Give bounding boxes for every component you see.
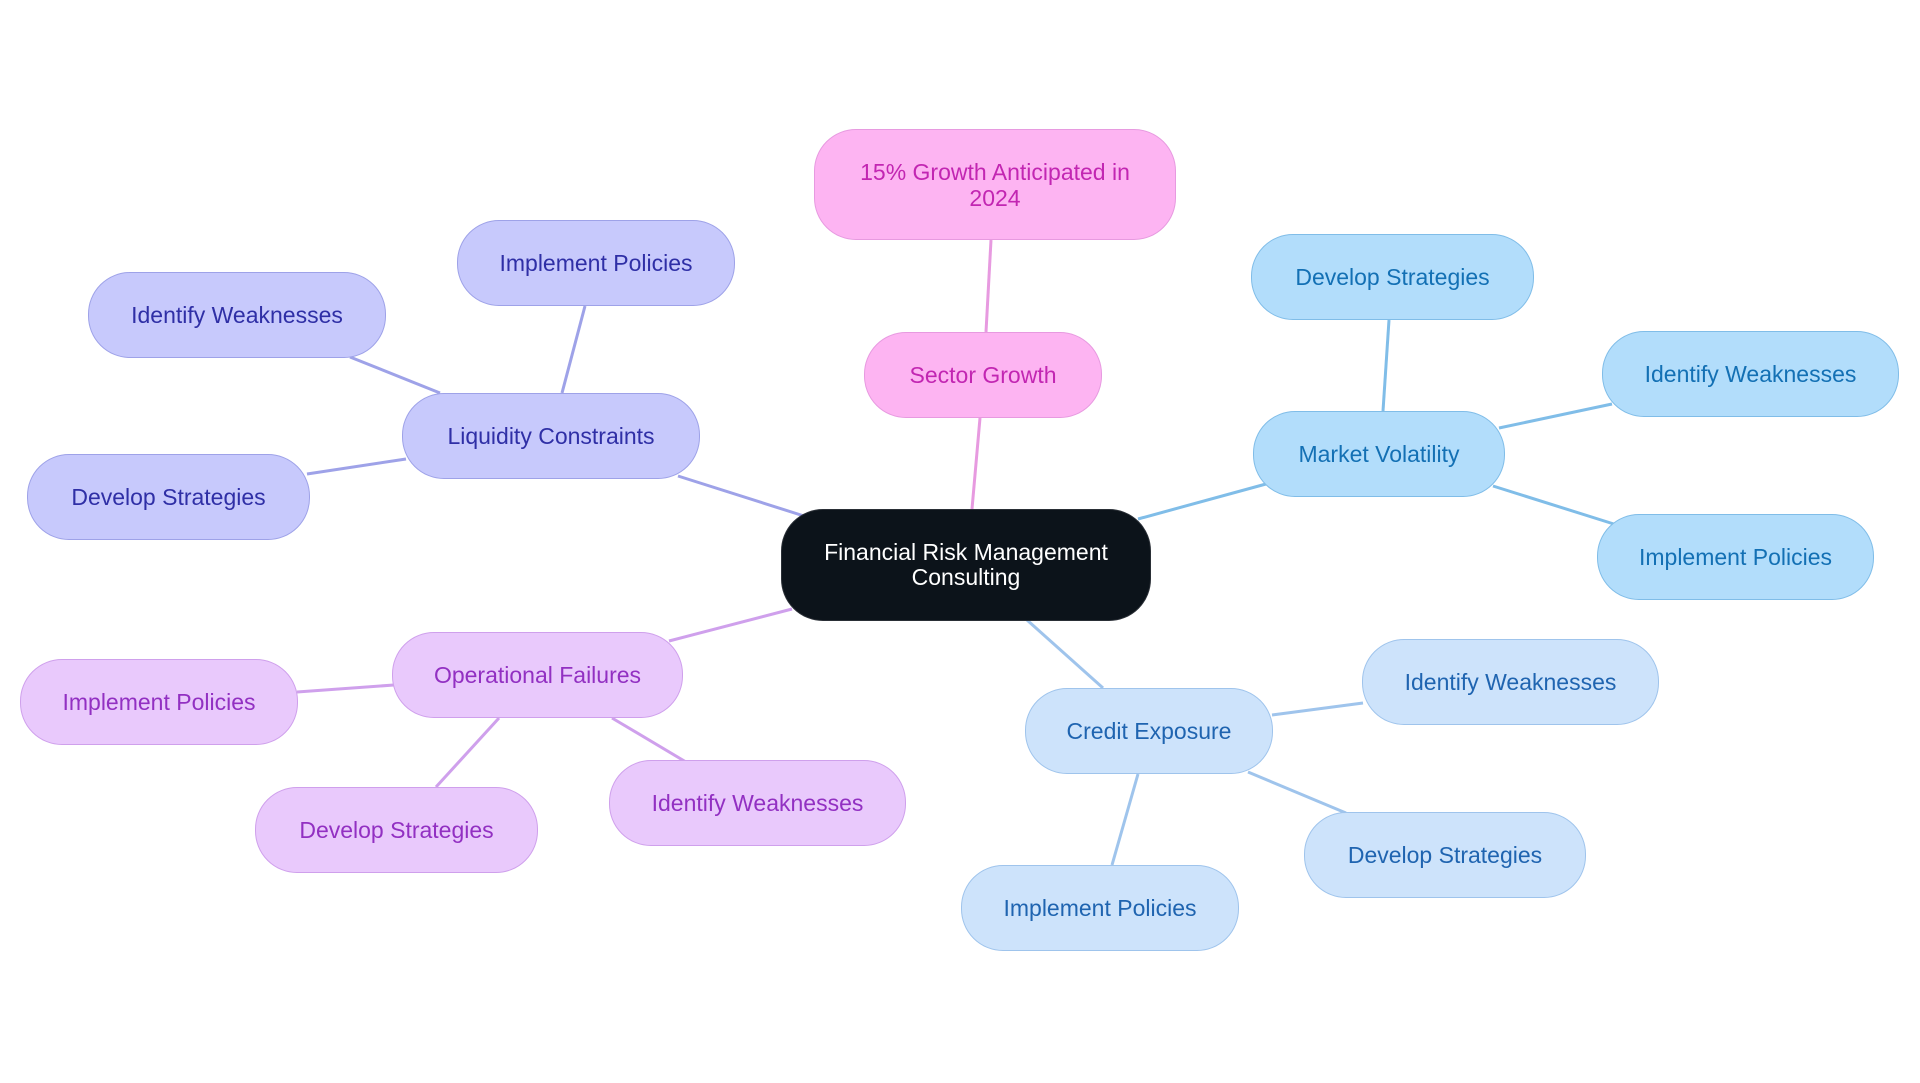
- leaf-node-label: Implement Policies: [1638, 544, 1833, 570]
- leaf-node-liquidity-identify-weaknesses[interactable]: Identify Weaknesses: [88, 272, 386, 358]
- leaf-node-label: Identify Weaknesses: [1644, 361, 1857, 387]
- leaf-node-label: Develop Strategies: [299, 817, 494, 843]
- edge-market-volatility-develop: [1381, 319, 1391, 412]
- edge-liquidity-constraints-identify: [349, 355, 441, 395]
- leaf-node-label: Develop Strategies: [71, 484, 266, 510]
- branch-node-liquidity-constraints[interactable]: Liquidity Constraints: [402, 393, 700, 479]
- leaf-node-label: Identify Weaknesses: [131, 302, 343, 328]
- edge-operational-failures-develop: [434, 716, 501, 789]
- leaf-node-liquidity-implement-policies[interactable]: Implement Policies: [457, 220, 735, 306]
- leaf-node-credit-identify-weaknesses[interactable]: Identify Weaknesses: [1362, 639, 1659, 725]
- branch-node-label: Sector Growth: [909, 362, 1057, 388]
- leaf-node-operational-develop-strategies[interactable]: Develop Strategies: [255, 787, 538, 873]
- edge-credit-exposure-identify: [1271, 701, 1364, 717]
- leaf-node-credit-develop-strategies[interactable]: Develop Strategies: [1304, 812, 1586, 898]
- edge-market-volatility-identify: [1498, 402, 1613, 430]
- branch-node-label: Market Volatility: [1298, 441, 1460, 467]
- leaf-node-label: Implement Policies: [62, 689, 256, 715]
- edge-root-operational-failures: [668, 607, 793, 643]
- branch-node-label: Operational Failures: [433, 662, 642, 688]
- edge-root-liquidity-constraints: [677, 474, 805, 518]
- leaf-node-market-identify-weaknesses[interactable]: Identify Weaknesses: [1602, 331, 1899, 417]
- leaf-node-15-percent-growth[interactable]: 15% Growth Anticipated in 2024: [814, 129, 1176, 240]
- leaf-node-market-implement-policies[interactable]: Implement Policies: [1597, 514, 1874, 600]
- edge-market-volatility-implement: [1492, 484, 1618, 527]
- edge-root-credit-exposure: [1025, 618, 1105, 690]
- leaf-node-market-develop-strategies[interactable]: Develop Strategies: [1251, 234, 1534, 320]
- edge-root-market-volatility: [1137, 482, 1267, 521]
- leaf-node-label: Identify Weaknesses: [651, 790, 864, 816]
- leaf-node-label: Implement Policies: [1003, 895, 1197, 921]
- leaf-node-liquidity-develop-strategies[interactable]: Develop Strategies: [27, 454, 310, 540]
- edge-credit-exposure-implement: [1110, 773, 1140, 866]
- edge-liquidity-constraints-develop: [306, 457, 407, 476]
- leaf-node-credit-implement-policies[interactable]: Implement Policies: [961, 865, 1239, 951]
- edge-root-sector-growth: [970, 417, 982, 510]
- branch-node-market-volatility[interactable]: Market Volatility: [1253, 411, 1505, 497]
- leaf-node-label: 15% Growth Anticipated in 2024: [860, 158, 1130, 211]
- branch-node-operational-failures[interactable]: Operational Failures: [392, 632, 683, 718]
- branch-node-label: Credit Exposure: [1066, 718, 1232, 744]
- root-node[interactable]: Financial Risk Management Consulting: [781, 509, 1151, 621]
- edge-operational-failures-identify: [611, 716, 687, 764]
- branch-node-sector-growth[interactable]: Sector Growth: [864, 332, 1102, 418]
- edge-credit-exposure-develop: [1247, 770, 1347, 815]
- edge-liquidity-constraints-implement: [560, 305, 587, 394]
- leaf-node-operational-identify-weaknesses[interactable]: Identify Weaknesses: [609, 760, 906, 846]
- leaf-node-label: Implement Policies: [499, 250, 693, 276]
- edge-operational-failures-implement: [296, 683, 395, 694]
- branch-node-credit-exposure[interactable]: Credit Exposure: [1025, 688, 1273, 774]
- leaf-node-label: Identify Weaknesses: [1404, 669, 1617, 695]
- leaf-node-operational-implement-policies[interactable]: Implement Policies: [20, 659, 298, 745]
- leaf-node-label: Develop Strategies: [1347, 842, 1543, 868]
- branch-node-label: Liquidity Constraints: [447, 423, 655, 449]
- leaf-node-label: Develop Strategies: [1295, 264, 1490, 290]
- edge-sector-growth-child: [984, 239, 993, 333]
- root-node-label: Financial Risk Management Consulting: [824, 539, 1108, 590]
